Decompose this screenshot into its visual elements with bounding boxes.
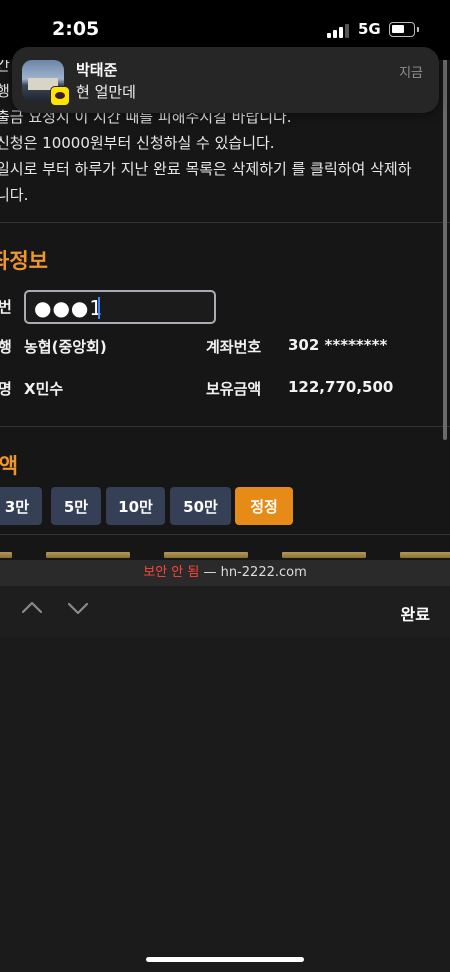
- url-domain: hn-2222.com: [220, 565, 307, 580]
- kakaotalk-icon: [50, 86, 70, 106]
- decorative-banner-strip: [0, 550, 450, 560]
- keyboard-accessory-bar: 완료: [0, 586, 450, 638]
- account-number-label: 계좌번호: [206, 338, 262, 356]
- notice-line: 니다.: [0, 186, 29, 204]
- text-caret: [98, 297, 100, 319]
- notification-banner[interactable]: 박태준 현 얼만데 지금: [12, 47, 439, 113]
- divider: [0, 222, 450, 223]
- password-label: 번: [0, 298, 12, 316]
- scrollbar[interactable]: [443, 50, 447, 440]
- holder-value: X민수: [24, 380, 64, 398]
- status-time: 2:05: [52, 18, 100, 40]
- amount-30000-button[interactable]: 3만: [0, 487, 42, 525]
- notification-time: 지금: [399, 66, 423, 81]
- amount-reset-button[interactable]: 정정: [235, 487, 293, 525]
- bank-label: 행: [0, 338, 12, 356]
- divider: [0, 534, 450, 535]
- url-separator: —: [199, 565, 221, 580]
- home-indicator[interactable]: [146, 957, 304, 962]
- balance-value: 122,770,500: [288, 378, 394, 396]
- account-number-value: 302 ********: [288, 336, 388, 354]
- security-warning: 보안 안 됨: [143, 565, 200, 580]
- notice-line: 신청은 10000원부터 신청하실 수 있습니다.: [0, 134, 275, 152]
- balance-label: 보유금액: [206, 380, 262, 398]
- divider: [0, 426, 450, 427]
- notification-message: 현 얼만데: [76, 83, 136, 101]
- keyboard-area: [0, 638, 450, 972]
- battery-icon: [389, 22, 419, 37]
- notice-line: 일시로 부터 하루가 지난 완료 목록은 삭제하기 를 클릭하여 삭제하: [0, 160, 412, 178]
- web-page: 간 행 출금 요청시 이 시간 때를 피해주시길 바랍니다. 신청은 10000…: [0, 40, 450, 585]
- amount-title: -액: [0, 454, 19, 478]
- done-button[interactable]: 완료: [401, 601, 430, 625]
- account-info-title: 좌정보: [0, 249, 48, 273]
- notification-sender: 박태준: [76, 61, 118, 79]
- password-value: ●●●1: [34, 296, 104, 320]
- network-type: 5G: [358, 20, 381, 38]
- chevron-down-icon[interactable]: [66, 596, 90, 620]
- url-bar[interactable]: 보안 안 됨 — hn-2222.com: [0, 560, 450, 586]
- chevron-up-icon[interactable]: [20, 596, 44, 620]
- amount-500000-button[interactable]: 50만: [170, 487, 231, 525]
- password-input[interactable]: ●●●1: [24, 290, 216, 324]
- amount-50000-button[interactable]: 5만: [51, 487, 101, 525]
- amount-100000-button[interactable]: 10만: [106, 487, 165, 525]
- bank-value: 농협(중앙회): [24, 338, 107, 356]
- holder-label: 명: [0, 380, 12, 398]
- cellular-signal-icon: [327, 24, 351, 38]
